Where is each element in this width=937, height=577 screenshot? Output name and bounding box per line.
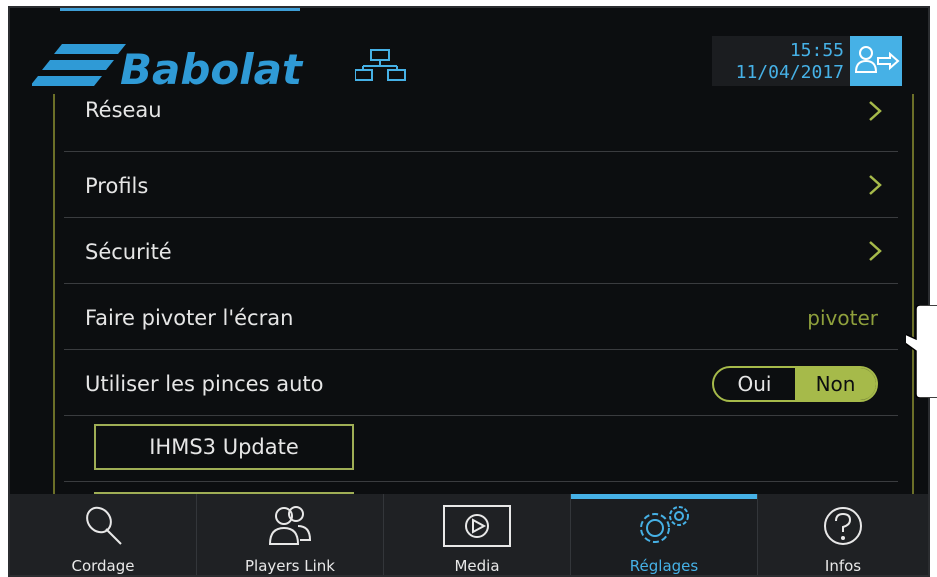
toggle-option-non[interactable]: Non: [795, 368, 876, 400]
settings-row-reseau[interactable]: Réseau: [64, 94, 898, 143]
toggle-option-oui[interactable]: Oui: [714, 368, 795, 400]
players-icon: [268, 506, 312, 545]
babolat-logo: Babolat: [30, 42, 342, 94]
rotate-screen-link[interactable]: pivoter: [807, 306, 878, 330]
brand-text: Babolat: [120, 45, 304, 92]
row-label: Utiliser les pinces auto: [85, 372, 324, 396]
tab-players-link[interactable]: Players Link: [197, 494, 384, 575]
settings-row-update: IHMS3 Update: [64, 415, 898, 481]
bottom-tab-bar: Cordage Players Link Media Réglages Info…: [10, 494, 928, 575]
row-label: Faire pivoter l'écran: [85, 306, 294, 330]
clock-date: 11/04/2017: [735, 62, 844, 83]
question-icon: [824, 507, 862, 545]
tab-cordage[interactable]: Cordage: [10, 494, 197, 575]
tab-label: Cordage: [71, 557, 135, 575]
play-icon: [443, 505, 511, 547]
chevron-right-icon: [869, 175, 882, 195]
clock-time: 15:55: [789, 40, 844, 61]
callout-bubble: [906, 305, 937, 398]
network-icon: [354, 48, 407, 88]
tab-infos[interactable]: Infos: [758, 494, 928, 575]
device-screen: Babolat 15:55 11/04/2017 Réseau Profils …: [8, 6, 930, 577]
settings-row-auto-clamps: Utiliser les pinces auto Oui Non: [64, 349, 898, 414]
chevron-right-icon: [869, 241, 882, 261]
top-accent-line: [60, 8, 300, 11]
user-logout-icon: [854, 46, 900, 73]
ihms3-update-button[interactable]: IHMS3 Update: [94, 424, 354, 470]
settings-list: Réseau Profils Sécurité Faire pivoter l'…: [53, 94, 914, 500]
settings-row-securite[interactable]: Sécurité: [64, 217, 898, 282]
tab-label: Players Link: [245, 557, 335, 575]
chevron-right-icon: [869, 101, 882, 121]
auto-clamps-toggle[interactable]: Oui Non: [712, 366, 878, 402]
active-tab-indicator: [571, 494, 757, 499]
racket-icon: [86, 506, 122, 545]
tab-label: Réglages: [629, 557, 699, 575]
row-label: Sécurité: [85, 240, 172, 264]
clock-display: 15:55 11/04/2017: [712, 36, 850, 86]
tab-label: Infos: [824, 557, 862, 575]
settings-row-profils[interactable]: Profils: [64, 151, 898, 216]
row-label: Profils: [85, 174, 149, 198]
row-label: Réseau: [85, 98, 162, 122]
settings-row-rotate-screen: Faire pivoter l'écran pivoter: [64, 283, 898, 348]
gears-icon: [640, 506, 689, 543]
tab-label: Media: [454, 557, 500, 575]
logout-button[interactable]: [850, 36, 902, 86]
tab-reglages[interactable]: Réglages: [571, 494, 758, 575]
tab-media[interactable]: Media: [384, 494, 571, 575]
